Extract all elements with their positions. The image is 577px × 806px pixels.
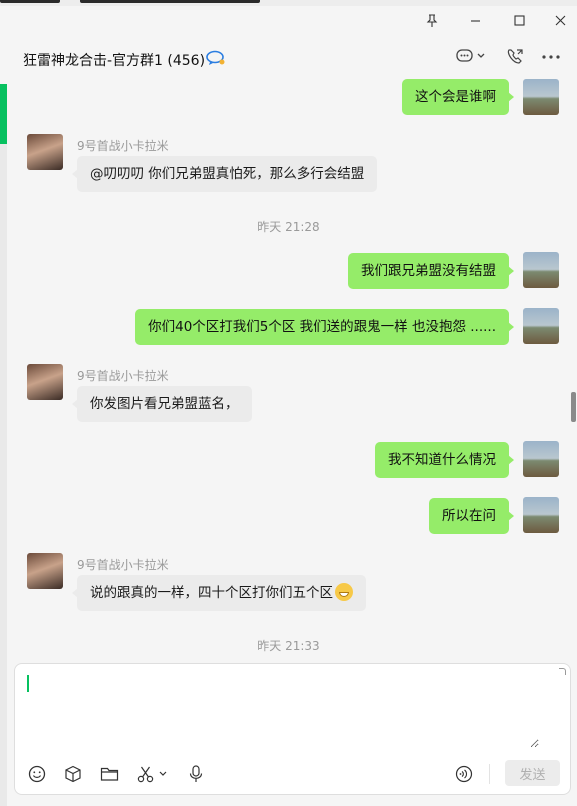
emoji-icon[interactable] [27, 764, 47, 784]
message-bubble[interactable]: 你发图片看兄弟盟蓝名， [72, 386, 252, 422]
avatar[interactable] [27, 553, 63, 589]
sender-name[interactable]: 9号首战小卡拉米 [77, 137, 169, 154]
avatar[interactable] [27, 364, 63, 400]
message-input[interactable] [35, 674, 539, 748]
chat-window: 狂雷神龙合击-官方群1 (456) 这个会是谁啊 9号首战小卡拉米 @叨叨叨 你… [0, 0, 577, 806]
chat-bubble-icon[interactable] [456, 48, 486, 64]
send-button[interactable]: 发送 [505, 760, 560, 786]
pin-icon[interactable] [418, 9, 446, 31]
text-caret [27, 675, 29, 692]
avatar[interactable] [523, 497, 559, 533]
sender-name[interactable]: 9号首战小卡拉米 [77, 367, 169, 384]
message-composer: 发送 [14, 663, 571, 795]
box-icon[interactable] [63, 764, 83, 784]
message-bubble[interactable]: 说的跟真的一样，四十个区打你们五个区 [72, 575, 366, 611]
resize-corner-icon [559, 668, 566, 675]
timestamp: 昨天 21:28 [257, 220, 320, 234]
scissors-icon[interactable] [135, 764, 171, 784]
message-bubble[interactable]: 这个会是谁啊 [402, 79, 514, 115]
chat-title[interactable]: 狂雷神龙合击-官方群1 (456) [23, 50, 205, 70]
left-panel-edge [0, 144, 7, 806]
microphone-icon[interactable] [186, 764, 206, 784]
message-text: 说的跟真的一样，四十个区打你们五个区 [90, 585, 333, 601]
scrollbar-thumb[interactable] [571, 392, 576, 422]
avatar[interactable] [523, 441, 559, 477]
grinning-emoji-icon [335, 583, 353, 601]
message-bubble[interactable]: @叨叨叨 你们兄弟盟真怕死，那么多行会结盟 [71, 156, 378, 192]
cropped-text-fragment [0, 0, 60, 3]
minimize-icon[interactable] [461, 9, 489, 31]
group-chat-icon[interactable] [206, 50, 226, 70]
message-bubble[interactable]: 我们跟兄弟盟没有结盟 [348, 253, 514, 289]
cropped-text-fragment [80, 0, 260, 3]
avatar[interactable] [523, 79, 559, 115]
folder-icon[interactable] [99, 764, 119, 784]
avatar[interactable] [523, 308, 559, 344]
message-bubble[interactable]: 所以在问 [429, 498, 514, 534]
avatar[interactable] [27, 134, 63, 170]
more-icon[interactable] [542, 55, 560, 59]
message-bubble[interactable]: 我不知道什么情况 [375, 442, 514, 478]
message-bubble[interactable]: 你们40个区打我们5个区 我们送的跟鬼一样 也没抱怨 ...... [135, 309, 514, 345]
avatar[interactable] [523, 252, 559, 288]
phone-icon[interactable] [506, 48, 524, 65]
close-icon[interactable] [546, 9, 574, 31]
chat-header: 狂雷神龙合击-官方群1 (456) [0, 34, 577, 84]
window-titlebar [0, 6, 577, 34]
toolbar-divider [489, 764, 490, 784]
maximize-icon[interactable] [505, 9, 533, 31]
voice-input-icon[interactable] [454, 764, 474, 784]
sender-name[interactable]: 9号首战小卡拉米 [77, 556, 169, 573]
timestamp: 昨天 21:33 [257, 639, 320, 653]
active-indicator [0, 84, 7, 144]
